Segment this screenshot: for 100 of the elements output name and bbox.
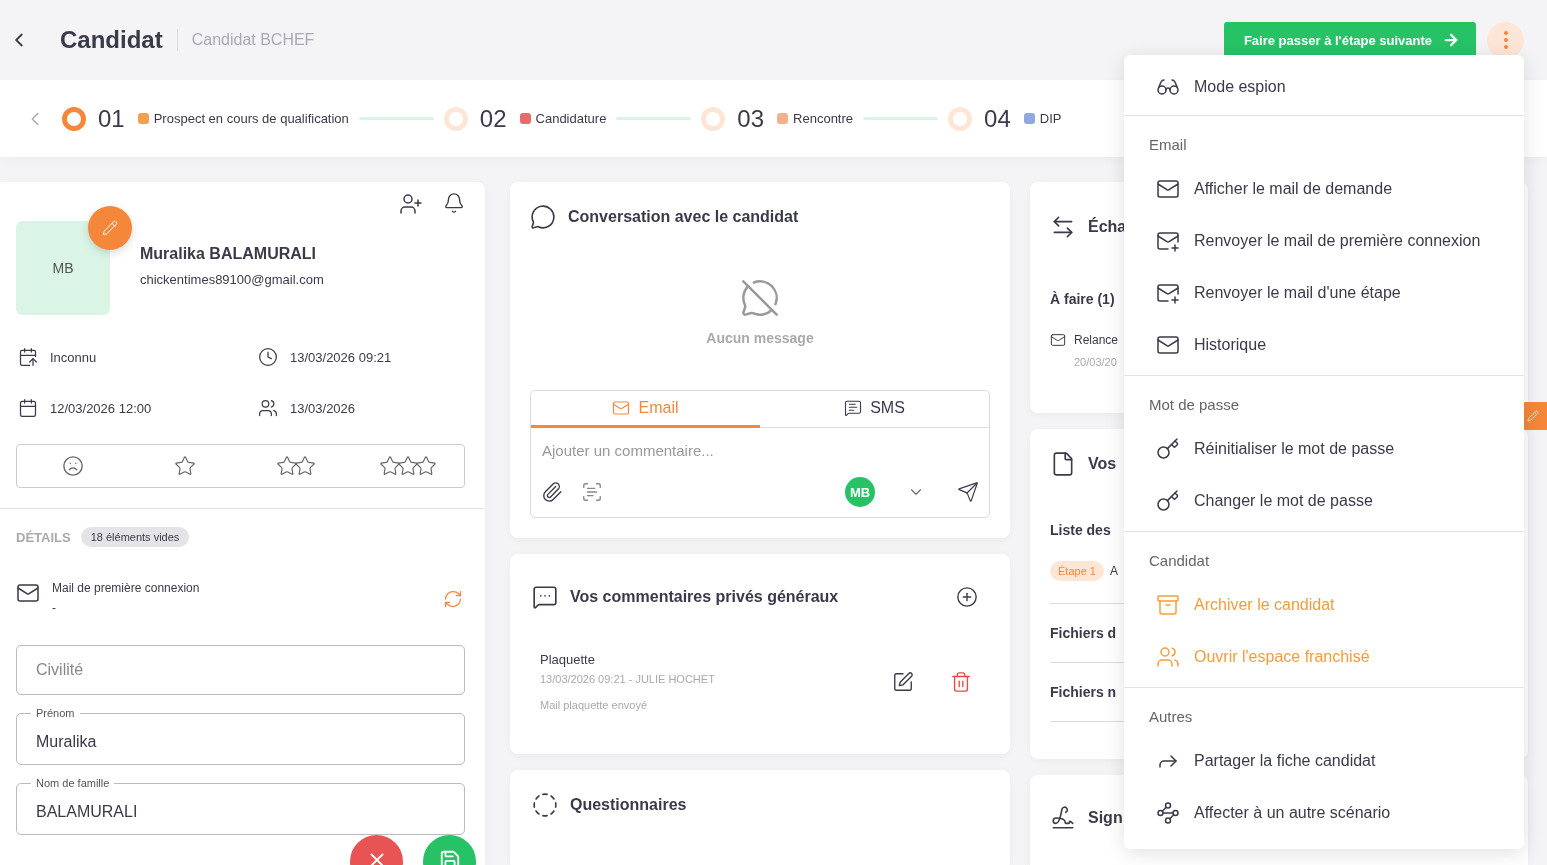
info-text: 13/03/2026 09:21 (290, 349, 392, 365)
comment-meta: 13/03/2026 09:21 - JULIE HOCHET (540, 673, 716, 685)
empty-count-badge: 18 éléments vides (80, 527, 190, 547)
step-emoji-icon (1022, 112, 1036, 125)
input-field[interactable]: Nom de famille BALAMURALI (16, 777, 465, 835)
edit-icon (892, 670, 914, 693)
key-icon (1156, 437, 1180, 461)
todo-title: À faire (1) (1050, 291, 1115, 307)
edit-avatar-button[interactable] (88, 206, 132, 250)
section-title: Fichiers n (1050, 684, 1117, 700)
trash-icon (950, 670, 972, 693)
step-label: DIP (1039, 111, 1062, 126)
step-emoji-icon (776, 112, 790, 125)
input-field[interactable]: Civilité (16, 645, 465, 695)
empty-message: Aucun message (706, 330, 814, 346)
delete-button[interactable] (950, 670, 972, 693)
step-label: Prospect en cours de qualification (153, 111, 349, 126)
attach-button[interactable] (541, 481, 563, 503)
section-title: DÉTAILS (16, 529, 71, 545)
menu-item[interactable]: Historique (1124, 319, 1524, 371)
message-icon (844, 399, 863, 417)
arrow-right-icon (1442, 31, 1460, 49)
more-icon (1503, 31, 1508, 49)
mail-icon (16, 581, 40, 605)
bell-icon (443, 192, 465, 214)
edit-side-tab[interactable] (1522, 402, 1547, 430)
dashed-circle-icon (532, 792, 558, 818)
page-subtitle: Candidat BCHEF (191, 31, 315, 49)
card-title: Sign (1088, 809, 1123, 827)
step-marker[interactable] (62, 106, 86, 131)
refresh-icon (443, 589, 463, 609)
field-value: - (52, 601, 57, 615)
send-icon (957, 481, 979, 503)
step-emoji-icon (136, 112, 150, 125)
edit-button[interactable] (892, 670, 914, 693)
users-icon (258, 398, 278, 418)
step-label: Rencontre (793, 111, 854, 126)
calendar-arrow-icon (18, 347, 38, 367)
signature-icon (1050, 805, 1076, 831)
menu-section-title: Candidat (1148, 551, 1211, 571)
menu-item[interactable]: Changer le mot de passe (1124, 475, 1524, 527)
plus-circle-icon (956, 586, 978, 608)
mail-plus-icon (1156, 229, 1180, 253)
message-composer[interactable]: Email SMS Ajouter un commentaire... MB (530, 390, 990, 518)
waypoints-icon (1156, 801, 1180, 825)
mail-icon (1050, 332, 1066, 348)
menu-item[interactable]: Affecter à un autre scénario (1124, 787, 1524, 839)
no-messages-icon (740, 278, 780, 318)
step-label: Candidature (535, 111, 607, 126)
text-input[interactable]: Muralika (36, 732, 445, 751)
task-date: 20/03/20 (1074, 356, 1117, 368)
menu-item[interactable]: Réinitialiser le mot de passe (1124, 423, 1524, 475)
info-text: 13/03/2026 (290, 400, 356, 416)
comment-text: Mail plaquette envoyé (540, 699, 648, 711)
sad-face-icon (61, 455, 84, 477)
clock-icon (258, 347, 278, 367)
pencil-icon (102, 220, 118, 236)
text-input[interactable]: BALAMURALI (36, 802, 445, 821)
save-icon (438, 849, 461, 865)
menu-section-title: Autres (1148, 707, 1194, 727)
scan-text-icon (581, 481, 603, 503)
input-field[interactable]: Prénom Muralika (16, 707, 465, 765)
field-label: Nom de famille (35, 777, 111, 789)
add-comment-button[interactable] (956, 586, 978, 608)
menu-item[interactable]: Afficher le mail de demande (1124, 163, 1524, 215)
users-icon (1156, 645, 1180, 669)
paperclip-icon (541, 481, 563, 503)
menu-item[interactable]: Partager la fiche candidat (1124, 735, 1524, 787)
step-number: 03 (737, 104, 765, 133)
refresh-button[interactable] (443, 589, 463, 609)
card-title: Vos commentaires privés généraux (570, 588, 839, 606)
field-label: Prénom (35, 707, 76, 719)
step-badge: Étape 1 (1050, 561, 1104, 581)
channel-tab[interactable]: SMS (760, 391, 989, 428)
user-plus-icon (399, 192, 423, 216)
card-title: Questionnaires (570, 796, 687, 814)
calendar-icon (18, 398, 38, 418)
step-number: 04 (984, 104, 1011, 133)
stars-icon (379, 455, 438, 477)
send-button[interactable] (957, 481, 979, 503)
template-button[interactable] (581, 481, 603, 503)
chat-bubble-icon (530, 204, 556, 230)
stars-icon (173, 455, 196, 477)
menu-item[interactable]: Renvoyer le mail d'une étape (1124, 267, 1524, 319)
section-title: Fichiers d (1050, 625, 1117, 641)
step-emoji-icon (518, 112, 532, 125)
card-title: Vos (1088, 455, 1117, 473)
stars-icon (276, 455, 317, 477)
bell-button[interactable] (443, 192, 465, 216)
key-icon (1156, 489, 1180, 513)
add-user-button[interactable] (399, 192, 423, 216)
menu-item[interactable]: Renvoyer le mail de première connexion (1124, 215, 1524, 267)
menu-item[interactable]: Mode espion (1124, 61, 1524, 113)
archive-icon (1156, 593, 1180, 617)
card-title: Conversation avec le candidat (568, 208, 799, 226)
info-text: 12/03/2026 12:00 (50, 400, 152, 416)
page-title: Candidat (60, 29, 178, 51)
comment-icon (532, 584, 558, 610)
text-input[interactable]: Civilité (36, 661, 445, 679)
field-label: Mail de première connexion (52, 581, 201, 595)
